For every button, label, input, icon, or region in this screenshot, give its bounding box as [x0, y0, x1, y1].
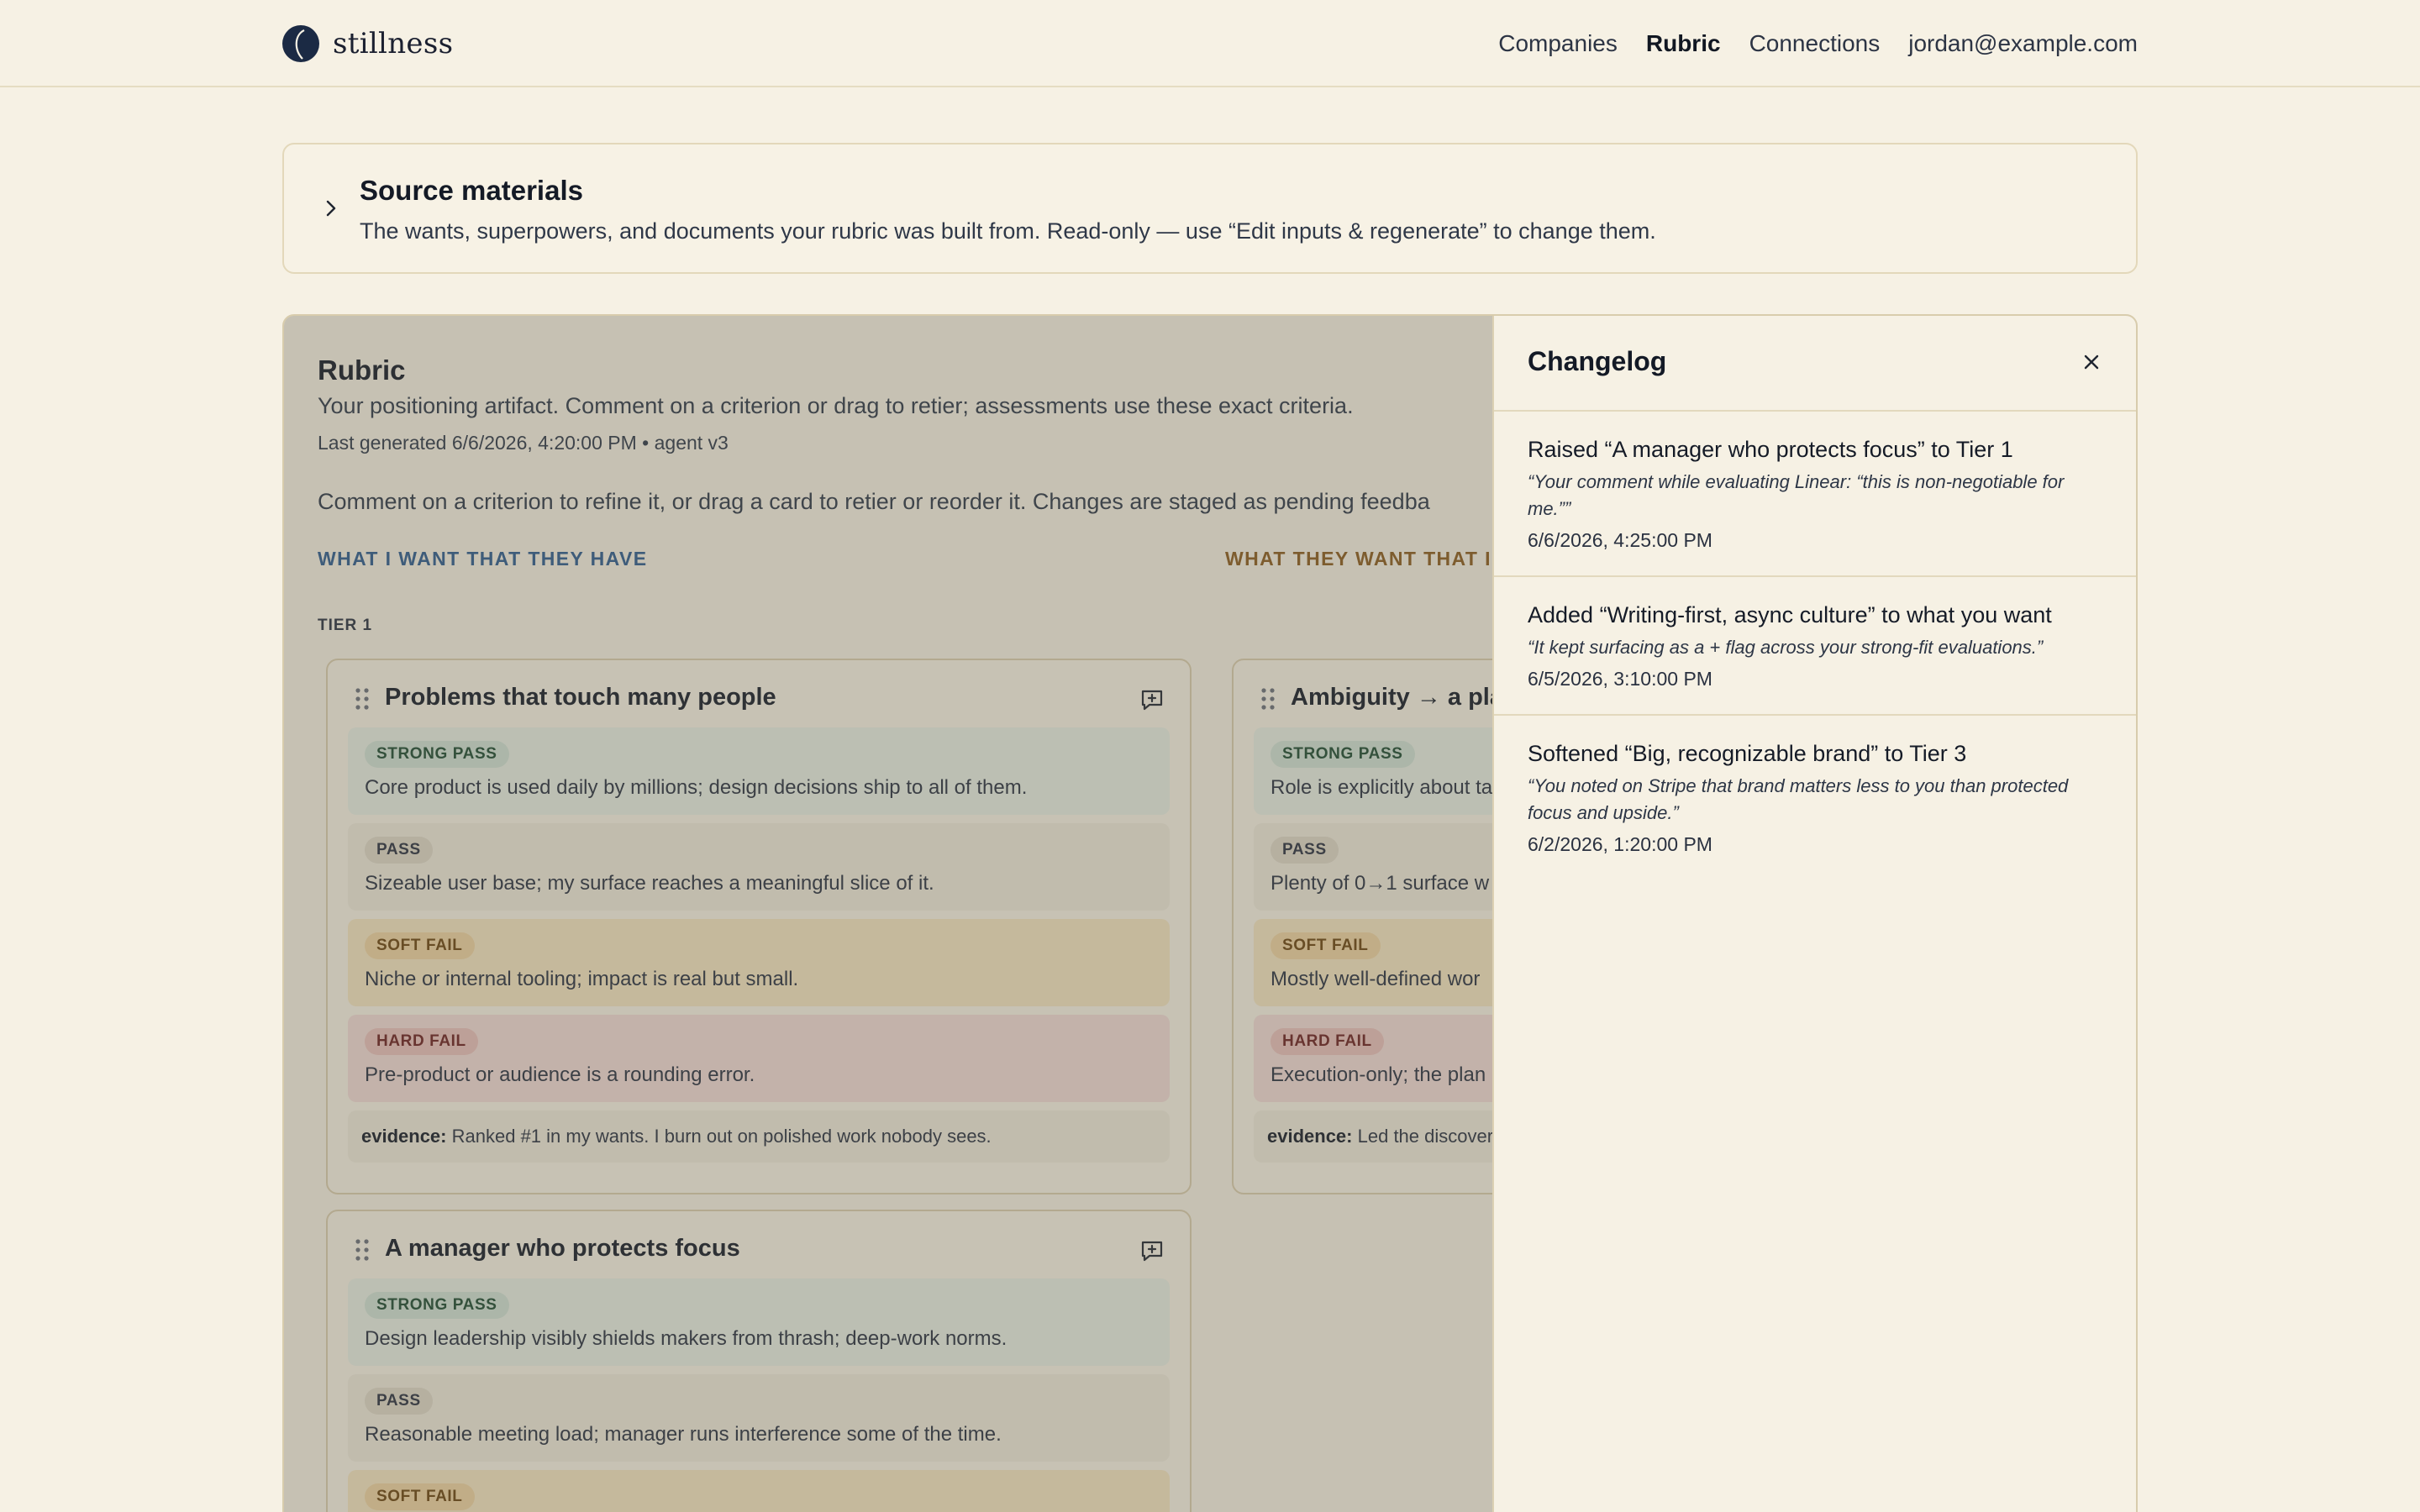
- rubric-panel: Rubric Your positioning artifact. Commen…: [282, 314, 2138, 1512]
- changelog-title: Changelog: [1528, 346, 1667, 376]
- nav-rubric[interactable]: Rubric: [1646, 30, 1721, 57]
- top-nav: stillness Companies Rubric Connections j…: [0, 0, 2420, 87]
- nav-companies[interactable]: Companies: [1498, 30, 1618, 57]
- changelog-item-title: Softened “Big, recognizable brand” to Ti…: [1528, 741, 1967, 766]
- nav-connections[interactable]: Connections: [1749, 30, 1881, 57]
- source-materials-description: The wants, superpowers, and documents yo…: [360, 218, 1656, 244]
- changelog-header: Changelog: [1494, 316, 2136, 412]
- changelog-drawer: Changelog Raised “A manager who protects…: [1492, 316, 2136, 1512]
- changelog-item-date: 6/5/2026, 3:10:00 PM: [1528, 668, 1712, 690]
- changelog-item: Raised “A manager who protects focus” to…: [1494, 412, 2136, 577]
- nav-account[interactable]: jordan@example.com: [1908, 30, 2138, 57]
- changelog-item: Softened “Big, recognizable brand” to Ti…: [1494, 716, 2136, 879]
- close-icon[interactable]: [2079, 349, 2104, 375]
- source-materials-card[interactable]: Source materials The wants, superpowers,…: [282, 143, 2138, 274]
- changelog-item-title: Raised “A manager who protects focus” to…: [1528, 437, 2013, 462]
- changelog-item-title: Added “Writing-first, async culture” to …: [1528, 602, 2052, 627]
- changelog-item-quote: “Your comment while evaluating Linear: “…: [1528, 471, 2065, 519]
- brand[interactable]: stillness: [282, 24, 453, 64]
- changelog-item-date: 6/2/2026, 1:20:00 PM: [1528, 833, 1712, 855]
- chevron-right-icon[interactable]: [321, 198, 341, 218]
- brand-name: stillness: [333, 27, 454, 60]
- changelog-item-quote: “You noted on Stripe that brand matters …: [1528, 775, 2069, 823]
- nav-links: Companies Rubric Connections jordan@exam…: [1498, 25, 2138, 62]
- logo-icon: [282, 25, 319, 62]
- changelog-item: Added “Writing-first, async culture” to …: [1494, 577, 2136, 716]
- changelog-item-date: 6/6/2026, 4:25:00 PM: [1528, 529, 1712, 551]
- source-materials-title: Source materials: [360, 175, 583, 206]
- changelog-item-quote: “It kept surfacing as a + flag across yo…: [1528, 637, 2044, 658]
